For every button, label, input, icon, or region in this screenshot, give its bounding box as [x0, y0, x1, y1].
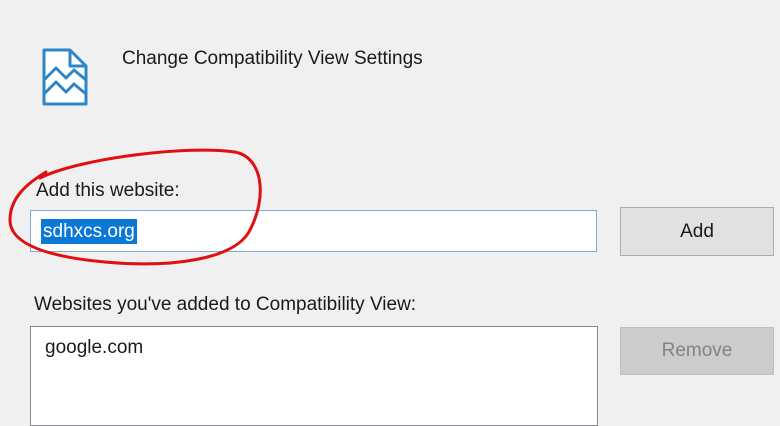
website-input[interactable]: sdhxcs.org	[30, 210, 597, 252]
website-input-value: sdhxcs.org	[41, 219, 137, 244]
add-button[interactable]: Add	[620, 207, 774, 256]
add-website-label: Add this website:	[36, 180, 180, 201]
list-item[interactable]: google.com	[45, 337, 143, 359]
remove-button: Remove	[620, 327, 774, 375]
compatibility-view-icon	[42, 48, 88, 106]
added-websites-list[interactable]: google.com	[30, 326, 598, 426]
added-websites-label: Websites you've added to Compatibility V…	[34, 294, 417, 315]
dialog-title: Change Compatibility View Settings	[122, 48, 423, 69]
